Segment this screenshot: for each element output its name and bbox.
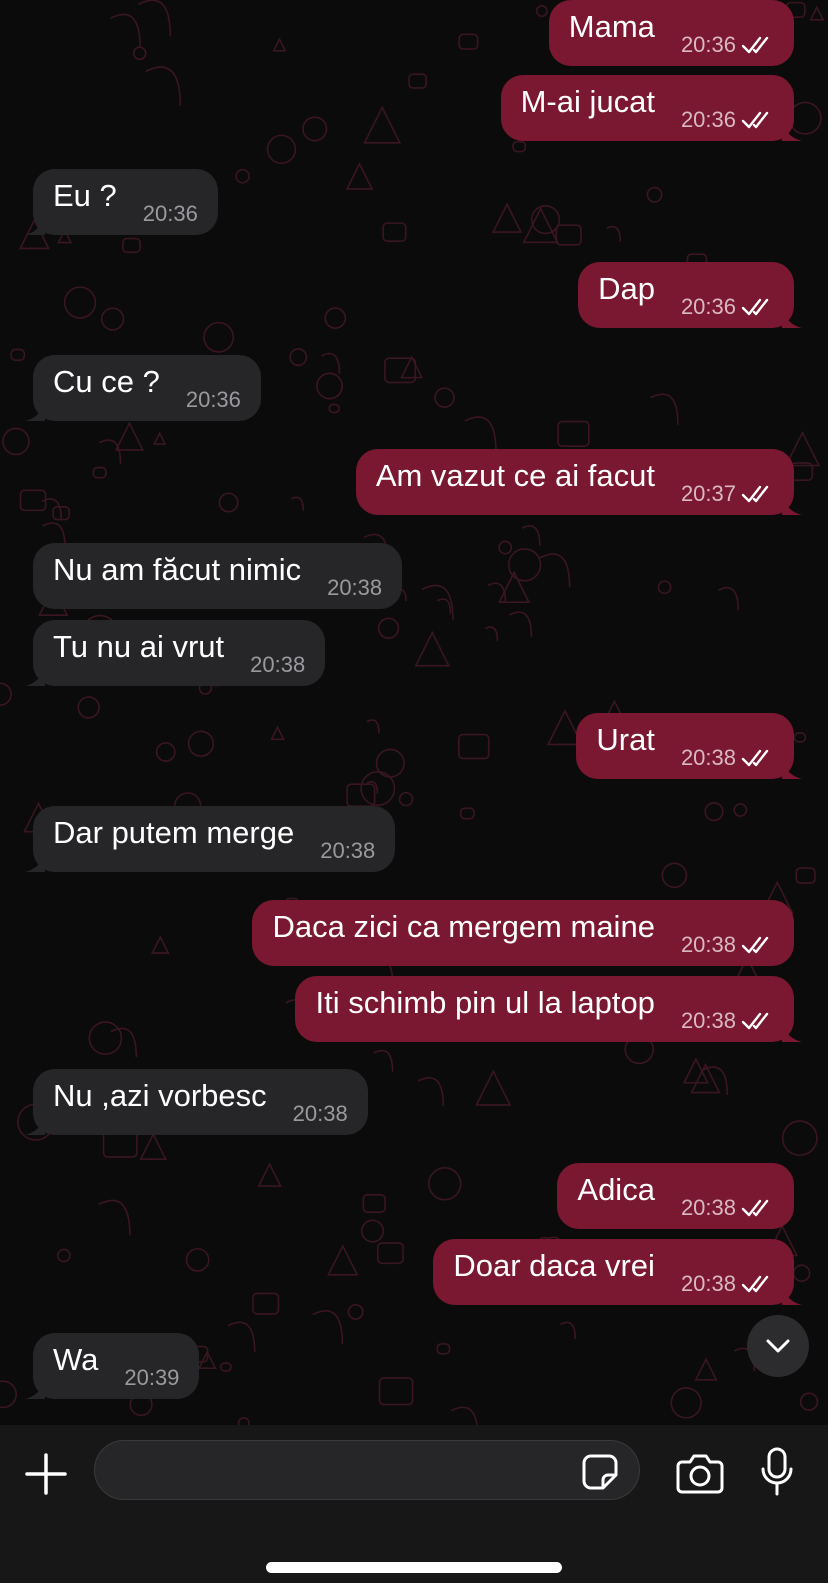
- bubble-tail: [782, 1022, 802, 1042]
- message-time: 20:38: [250, 652, 306, 677]
- message-time: 20:37: [680, 481, 736, 506]
- message-time: 20:38: [292, 1101, 348, 1126]
- message-bubble-incoming[interactable]: Nu am făcut nimic 20:38: [33, 543, 403, 609]
- bubble-tail: [25, 1115, 45, 1135]
- message-time: 20:36: [185, 387, 241, 412]
- message-time: 20:38: [680, 745, 736, 770]
- message-bubble-outgoing[interactable]: Mama 20:36: [548, 0, 794, 66]
- message-text: Urat: [596, 722, 655, 757]
- message-text: Daca zici ca mergem maine: [272, 909, 655, 944]
- message-time: 20:38: [680, 932, 736, 957]
- bubble-tail: [25, 666, 45, 686]
- bubble-tail: [782, 121, 802, 141]
- message-bubble-incoming[interactable]: Wa 20:39: [25, 1333, 200, 1399]
- message-time: 20:36: [680, 32, 736, 57]
- message-text: Nu ,azi vorbesc: [53, 1078, 267, 1113]
- message-bubble-incoming[interactable]: Eu ? 20:36: [25, 169, 218, 235]
- message-bubble-outgoing[interactable]: M-ai jucat 20:36: [500, 75, 802, 141]
- message-bubble-outgoing[interactable]: Doar daca vrei 20:38: [433, 1239, 802, 1305]
- read-ticks-icon: [741, 485, 769, 503]
- message-time: 20:38: [680, 1271, 736, 1296]
- camera-icon[interactable]: [676, 1452, 724, 1494]
- message-input[interactable]: [94, 1440, 640, 1500]
- message-text: Iti schimb pin ul la laptop: [315, 985, 655, 1020]
- read-ticks-icon: [741, 298, 769, 316]
- message-text: Tu nu ai vrut: [53, 629, 225, 664]
- message-bubble-outgoing[interactable]: Dap 20:36: [578, 262, 802, 328]
- message-bubble-incoming[interactable]: Cu ce ? 20:36: [25, 355, 261, 421]
- scroll-to-bottom-button[interactable]: [747, 1315, 809, 1377]
- message-bubble-incoming[interactable]: Nu ,azi vorbesc 20:38: [25, 1069, 368, 1135]
- message-text: Am vazut ce ai facut: [375, 458, 655, 493]
- read-ticks-icon: [741, 36, 769, 54]
- message-text: Nu am făcut nimic: [53, 552, 302, 587]
- read-ticks-icon: [741, 111, 769, 129]
- chat-screen: Mama 20:36 M-ai jucat 20:36 Eu ? 20:36 D…: [0, 0, 828, 1583]
- bubble-tail: [25, 852, 45, 872]
- message-text: Dap: [598, 271, 655, 306]
- message-bubble-outgoing[interactable]: Urat 20:38: [576, 713, 802, 779]
- bubble-tail: [782, 308, 802, 328]
- message-time: 20:36: [680, 107, 736, 132]
- message-text: Mama: [568, 9, 655, 44]
- message-bubble-outgoing[interactable]: Adica 20:38: [557, 1163, 794, 1229]
- message-time: 20:38: [320, 838, 376, 863]
- message-text: Cu ce ?: [53, 364, 160, 399]
- bubble-tail: [25, 215, 45, 235]
- message-text: Dar putem merge: [53, 815, 295, 850]
- message-bubble-incoming[interactable]: Dar putem merge 20:38: [25, 806, 396, 872]
- message-text: Adica: [577, 1172, 655, 1207]
- message-time: 20:38: [327, 575, 383, 600]
- message-bubble-outgoing[interactable]: Iti schimb pin ul la laptop 20:38: [295, 976, 802, 1042]
- bubble-tail: [782, 1285, 802, 1305]
- bubble-tail: [782, 495, 802, 515]
- bubble-tail: [25, 401, 45, 421]
- message-text: Doar daca vrei: [453, 1248, 655, 1283]
- read-ticks-icon: [741, 749, 769, 767]
- message-list[interactable]: Mama 20:36 M-ai jucat 20:36 Eu ? 20:36 D…: [0, 0, 828, 1425]
- message-time: 20:36: [680, 294, 736, 319]
- message-composer: [0, 1425, 828, 1583]
- message-bubble-outgoing[interactable]: Daca zici ca mergem maine 20:38: [252, 900, 794, 966]
- message-text: Wa: [53, 1342, 99, 1377]
- chevron-down-icon: [766, 1339, 790, 1353]
- sticker-icon[interactable]: [581, 1453, 619, 1491]
- home-indicator[interactable]: [266, 1562, 562, 1573]
- bubble-tail: [25, 1379, 45, 1399]
- message-time: 20:36: [142, 201, 198, 226]
- message-bubble-outgoing[interactable]: Am vazut ce ai facut 20:37: [355, 449, 802, 515]
- message-text: Eu ?: [53, 178, 117, 213]
- microphone-icon[interactable]: [760, 1447, 794, 1497]
- read-ticks-icon: [741, 1199, 769, 1217]
- message-time: 20:39: [124, 1365, 180, 1390]
- read-ticks-icon: [741, 1012, 769, 1030]
- message-time: 20:38: [680, 1008, 736, 1033]
- read-ticks-icon: [741, 1275, 769, 1293]
- message-bubble-incoming[interactable]: Tu nu ai vrut 20:38: [25, 620, 326, 686]
- plus-icon[interactable]: [24, 1452, 68, 1496]
- message-time: 20:38: [680, 1195, 736, 1220]
- read-ticks-icon: [741, 936, 769, 954]
- message-text: M-ai jucat: [520, 84, 655, 119]
- bubble-tail: [782, 759, 802, 779]
